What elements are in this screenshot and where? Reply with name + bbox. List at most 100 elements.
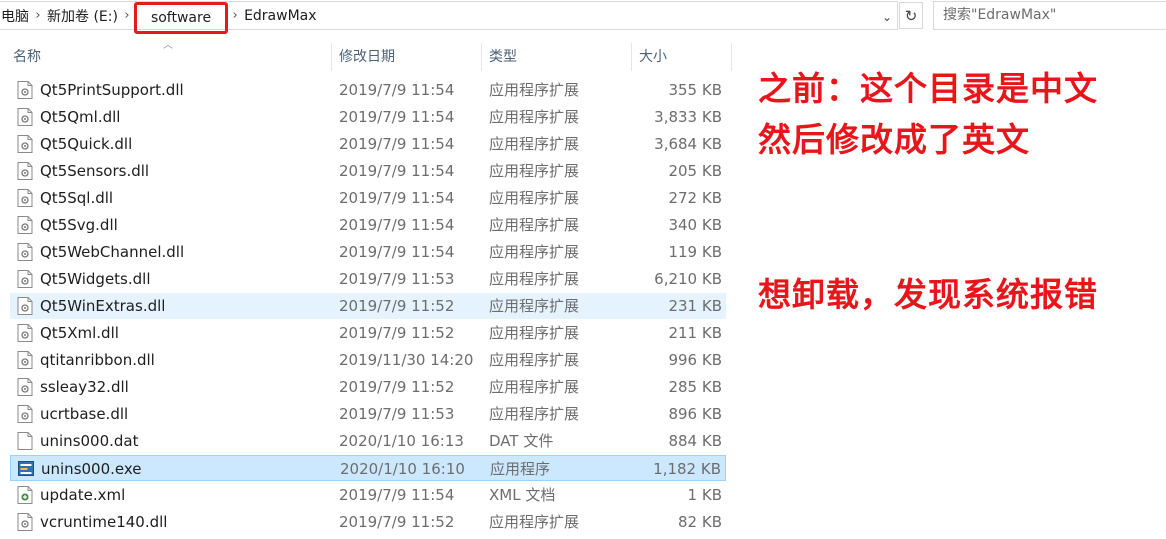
- file-row[interactable]: Qt5Xml.dll 2019/7/9 11:52 应用程序扩展 211 KB: [10, 320, 726, 346]
- dll-file-icon: [17, 189, 33, 207]
- file-row[interactable]: Qt5Quick.dll 2019/7/9 11:54 应用程序扩展 3,684 KB: [10, 131, 726, 157]
- column-size[interactable]: 大小: [632, 43, 730, 71]
- file-name: unins000.dat: [40, 432, 139, 450]
- file-date: 2019/7/9 11:54: [339, 135, 455, 153]
- file-size: 3,833 KB: [654, 108, 722, 126]
- file-name: ssleay32.dll: [40, 378, 129, 396]
- file-type: 应用程序扩展: [489, 513, 580, 531]
- file-row[interactable]: Qt5WinExtras.dll 2019/7/9 11:52 应用程序扩展 231 …: [10, 293, 726, 319]
- file-size: 205 KB: [668, 162, 722, 180]
- file-row[interactable]: Qt5PrintSupport.dll 2019/7/9 11:54 应用程序扩展 3…: [10, 77, 726, 103]
- file-date: 2019/7/9 11:53: [339, 405, 455, 423]
- chevron-right-icon[interactable]: ›: [31, 8, 45, 23]
- file-date: 2019/7/9 11:53: [339, 270, 455, 288]
- file-name: Qt5Quick.dll: [40, 135, 133, 153]
- dll-file-icon: [17, 513, 33, 531]
- file-date: 2020/1/10 16:13: [339, 432, 464, 450]
- file-name: Qt5WinExtras.dll: [40, 297, 166, 315]
- address-bar[interactable]: 电脑 › 新加卷 (E:) › software › EdrawMax ⌄: [0, 1, 898, 34]
- file-row[interactable]: Qt5Sql.dll 2019/7/9 11:54 应用程序扩展 272 KB: [10, 185, 726, 211]
- column-name[interactable]: 名称: [6, 43, 331, 71]
- file-name: Qt5PrintSupport.dll: [40, 81, 184, 99]
- file-date: 2019/7/9 11:52: [339, 324, 455, 342]
- file-size: 996 KB: [668, 351, 722, 369]
- file-row[interactable]: Qt5WebChannel.dll 2019/7/9 11:54 应用程序扩展 119…: [10, 239, 726, 265]
- file-row[interactable]: unins000.dat 2020/1/10 16:13 DAT 文件 884 KB: [10, 428, 726, 454]
- file-name: Qt5Qml.dll: [40, 108, 121, 126]
- file-name: Qt5Svg.dll: [40, 216, 118, 234]
- file-date: 2019/7/9 11:54: [339, 189, 455, 207]
- file-row[interactable]: unins000.exe 2020/1/10 16:10 应用程序 1,182 KB: [10, 455, 726, 481]
- file-type: 应用程序: [490, 460, 551, 478]
- file-name: unins000.exe: [41, 460, 142, 478]
- breadcrumb-drive-e[interactable]: 新加卷 (E:): [45, 2, 120, 29]
- file-size: 355 KB: [668, 81, 722, 99]
- file-row[interactable]: vcruntime140.dll 2019/7/9 11:52 应用程序扩展 82 K…: [10, 509, 726, 535]
- refresh-button[interactable]: ↻: [899, 2, 923, 29]
- annotation-line-2: 然后修改成了英文: [758, 120, 1030, 159]
- file-date: 2019/7/9 11:54: [339, 216, 455, 234]
- file-name: Qt5Widgets.dll: [40, 270, 151, 288]
- file-date: 2019/7/9 11:54: [339, 81, 455, 99]
- dll-file-icon: [17, 297, 33, 315]
- file-name: Qt5Sql.dll: [40, 189, 114, 207]
- file-type: 应用程序扩展: [489, 81, 580, 99]
- file-name: vcruntime140.dll: [40, 513, 168, 531]
- file-row[interactable]: update.xml 2019/7/9 11:54 XML 文档 1 KB: [10, 482, 726, 508]
- dll-file-icon: [17, 162, 33, 180]
- dll-file-icon: [17, 270, 33, 288]
- file-type: DAT 文件: [489, 432, 554, 450]
- file-size: 272 KB: [668, 189, 722, 207]
- file-size: 3,684 KB: [654, 135, 722, 153]
- xml-file-icon: [17, 486, 33, 504]
- dll-file-icon: [17, 216, 33, 234]
- file-date: 2019/7/9 11:52: [339, 297, 455, 315]
- file-date: 2019/7/9 11:52: [339, 513, 455, 531]
- search-input[interactable]: 搜索"EdrawMax": [933, 1, 1166, 30]
- dll-file-icon: [17, 351, 33, 369]
- file-row[interactable]: ucrtbase.dll 2019/7/9 11:53 应用程序扩展 896 KB: [10, 401, 726, 427]
- file-type: XML 文档: [489, 486, 556, 504]
- file-type: 应用程序扩展: [489, 243, 580, 261]
- dll-file-icon: [17, 324, 33, 342]
- breadcrumb-this-pc[interactable]: 电脑: [0, 2, 31, 29]
- column-date[interactable]: 修改日期: [332, 43, 480, 71]
- file-date: 2019/11/30 14:20: [339, 351, 474, 369]
- file-size: 6,210 KB: [654, 270, 722, 288]
- file-row[interactable]: Qt5Sensors.dll 2019/7/9 11:54 应用程序扩展 205 KB: [10, 158, 726, 184]
- refresh-icon: ↻: [904, 6, 918, 25]
- file-row[interactable]: Qt5Svg.dll 2019/7/9 11:54 应用程序扩展 340 KB: [10, 212, 726, 238]
- breadcrumb-edrawmax[interactable]: EdrawMax: [242, 2, 318, 29]
- file-size: 896 KB: [668, 405, 722, 423]
- file-type: 应用程序扩展: [489, 162, 580, 180]
- file-type: 应用程序扩展: [489, 216, 580, 234]
- dll-file-icon: [17, 405, 33, 423]
- file-row[interactable]: qtitanribbon.dll 2019/11/30 14:20 应用程序扩展 99…: [10, 347, 726, 373]
- file-name: update.xml: [40, 486, 126, 504]
- column-divider[interactable]: [731, 43, 732, 71]
- file-row[interactable]: Qt5Qml.dll 2019/7/9 11:54 应用程序扩展 3,833 KB: [10, 104, 726, 130]
- file-size: 1,182 KB: [653, 460, 721, 478]
- file-date: 2019/7/9 11:54: [339, 162, 455, 180]
- dll-file-icon: [17, 108, 33, 126]
- annotation-line-1: 之前：这个目录是中文: [758, 69, 1098, 108]
- file-name: qtitanribbon.dll: [40, 351, 155, 369]
- breadcrumb-software[interactable]: software: [133, 1, 229, 34]
- file-date: 2019/7/9 11:52: [339, 378, 455, 396]
- chevron-down-icon[interactable]: ⌄: [879, 9, 895, 25]
- chevron-right-icon[interactable]: ›: [120, 8, 134, 23]
- file-type: 应用程序扩展: [489, 405, 580, 423]
- file-row[interactable]: Qt5Widgets.dll 2019/7/9 11:53 应用程序扩展 6,210 …: [10, 266, 726, 292]
- installer-exe-icon: [18, 460, 34, 478]
- dll-file-icon: [17, 243, 33, 261]
- chevron-right-icon[interactable]: ›: [228, 8, 242, 23]
- file-name: Qt5Xml.dll: [40, 324, 119, 342]
- dll-file-icon: [17, 378, 33, 396]
- file-size: 285 KB: [668, 378, 722, 396]
- dll-file-icon: [17, 81, 33, 99]
- file-type: 应用程序扩展: [489, 351, 580, 369]
- file-row[interactable]: ssleay32.dll 2019/7/9 11:52 应用程序扩展 285 KB: [10, 374, 726, 400]
- file-date: 2020/1/10 16:10: [340, 460, 465, 478]
- column-type[interactable]: 类型: [482, 43, 630, 71]
- file-size: 82 KB: [678, 513, 722, 531]
